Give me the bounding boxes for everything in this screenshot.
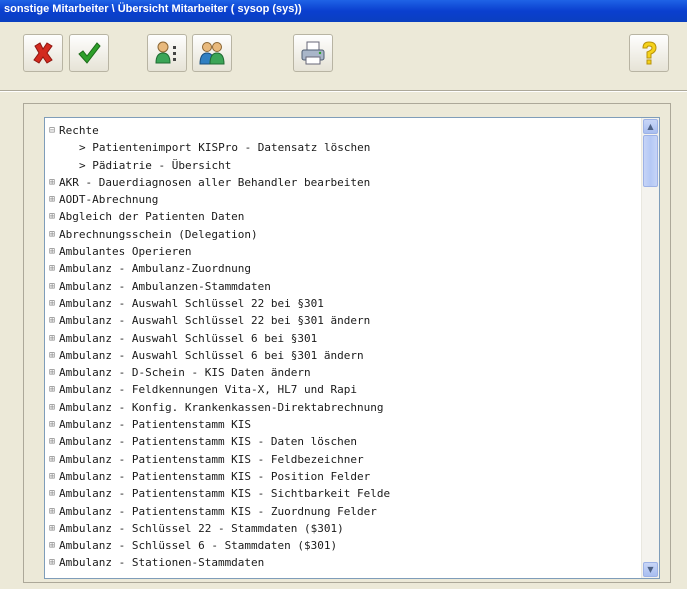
expand-icon[interactable]: ⊞	[49, 399, 57, 416]
expand-icon[interactable]: ⊞	[49, 243, 57, 260]
tree-item[interactable]: ⊞ Ambulanz - Auswahl Schlüssel 6 bei §301…	[45, 347, 641, 364]
tree-item[interactable]: ⊞ Ambulanz - Stationen-Stammdaten	[45, 554, 641, 571]
expand-icon[interactable]: ⊞	[49, 520, 57, 537]
tree-item[interactable]: ⊞ Ambulanz - Auswahl Schlüssel 6 bei §301	[45, 330, 641, 347]
expand-icon[interactable]: ⊞	[49, 554, 57, 571]
expand-icon[interactable]: ⊞	[49, 330, 57, 347]
tree-item-label: Ambulanz - Patientenstamm KIS - Daten lö…	[59, 435, 358, 449]
tree-item[interactable]: > Pädiatrie - Übersicht	[45, 157, 641, 174]
tree-item-label: Ambulanz - Auswahl Schlüssel 6 bei §301	[59, 331, 318, 345]
collapse-icon[interactable]: ⊟	[49, 122, 57, 139]
tree-item[interactable]: ⊞ Ambulanz - Patientenstamm KIS - Sichtba…	[45, 485, 641, 502]
tree-item[interactable]: ⊞ Ambulanz - Ambulanz-Zuordnung	[45, 260, 641, 277]
expand-icon[interactable]: ⊞	[49, 451, 57, 468]
tree-item-label: Ambulanz - Patientenstamm KIS - Sichtbar…	[59, 487, 391, 501]
tree-item-label: Ambulanz - D-Schein - KIS Daten ändern	[59, 366, 311, 380]
expand-icon[interactable]: ⊞	[49, 295, 57, 312]
tree-item[interactable]: ⊞ Ambulanz - Patientenstamm KIS - Positio…	[45, 468, 641, 485]
tree-item[interactable]: ⊞ Ambulanz - Ambulanzen-Stammdaten	[45, 278, 641, 295]
expand-icon[interactable]: ⊞	[49, 312, 57, 329]
tree-item[interactable]: ⊞ Ambulanz - Konfig. Krankenkassen-Direkt…	[45, 399, 641, 416]
tree-item-label: Ambulanz - Patientenstamm KIS - Feldbeze…	[59, 452, 364, 466]
tree-item[interactable]: ⊞ Abrechnungsschein (Delegation)	[45, 226, 641, 243]
user-details-button[interactable]	[147, 34, 187, 72]
expand-icon[interactable]: ⊞	[49, 278, 57, 295]
tree-item-label: Ambulanz - Patientenstamm KIS - Zuordnun…	[59, 504, 377, 518]
tree-item-label: Ambulanz - Ambulanzen-Stammdaten	[59, 279, 271, 293]
tree-item-label: Ambulanz - Stationen-Stammdaten	[59, 556, 265, 570]
scroll-thumb[interactable]	[643, 135, 658, 187]
expand-icon[interactable]: ⊞	[49, 191, 57, 208]
question-mark-icon	[642, 41, 657, 65]
tree-item[interactable]: ⊞ Ambulanz - Feldkennungen Vita-X, HL7 un…	[45, 381, 641, 398]
tree-items: ⊟ Rechte > Patientenimport KISPro - Datens…	[45, 122, 641, 572]
tree-item[interactable]: ⊞ Abgleich der Patienten Daten	[45, 208, 641, 225]
tree-item[interactable]: ⊟ Rechte	[45, 122, 641, 139]
expand-icon[interactable]: ⊞	[49, 364, 57, 381]
tree-item-label: Ambulantes Operieren	[59, 245, 192, 259]
window-title: sonstige Mitarbeiter \ Übersicht Mitarbe…	[4, 3, 302, 15]
user-list-icon	[155, 41, 176, 64]
tree-item-label: Ambulanz - Schlüssel 6 - Stammdaten ($30…	[59, 539, 338, 553]
green-check-icon	[78, 42, 101, 64]
tree-item-label: Ambulanz - Auswahl Schlüssel 6 bei §301 …	[59, 348, 364, 362]
tree-item-label: Abgleich der Patienten Daten	[59, 210, 245, 224]
tree-item-label: Ambulanz - Auswahl Schlüssel 22 bei §301	[59, 296, 324, 310]
expand-icon[interactable]: ⊞	[49, 416, 57, 433]
print-button[interactable]	[293, 34, 333, 72]
tree-item[interactable]: ⊞ Ambulanz - Schlüssel 6 - Stammdaten ($3…	[45, 537, 641, 554]
tree-item[interactable]: ⊞ Ambulanz - Patientenstamm KIS - Feldbez…	[45, 451, 641, 468]
tree-item-label: Ambulanz - Patientenstamm KIS - Position…	[59, 469, 371, 483]
tree-item-label: Ambulanz - Schlüssel 22 - Stammdaten ($3…	[59, 521, 344, 535]
toolbar	[0, 22, 687, 77]
expand-icon[interactable]: ⊞	[49, 208, 57, 225]
tree-item-label: Ambulanz - Feldkennungen Vita-X, HL7 und…	[59, 383, 358, 397]
tree-item-label: Ambulanz - Konfig. Krankenkassen-Direkta…	[59, 400, 384, 414]
tree-item[interactable]: ⊞ Ambulanz - Patientenstamm KIS	[45, 416, 641, 433]
expand-icon[interactable]: ⊞	[49, 226, 57, 243]
tree-item-label: Ambulanz - Patientenstamm KIS	[59, 418, 252, 432]
vertical-scrollbar[interactable]: ▲ ▼	[641, 118, 659, 578]
tree-item[interactable]: > Patientenimport KISPro - Datensatz lös…	[45, 139, 641, 156]
expand-icon[interactable]: ⊞	[49, 537, 57, 554]
help-button[interactable]	[629, 34, 669, 72]
tree-item-label: AODT-Abrechnung	[59, 193, 159, 207]
confirm-button[interactable]	[69, 34, 109, 72]
expand-icon[interactable]: ⊞	[49, 485, 57, 502]
expand-icon[interactable]: ⊞	[49, 174, 57, 191]
user-group-button[interactable]	[192, 34, 232, 72]
tree-item[interactable]: ⊞ Ambulanz - Patientenstamm KIS - Daten l…	[45, 433, 641, 450]
title-bar: sonstige Mitarbeiter \ Übersicht Mitarbe…	[0, 0, 687, 22]
expand-icon[interactable]: ⊞	[49, 381, 57, 398]
toolbar-separator	[0, 90, 687, 92]
red-x-icon	[33, 42, 53, 64]
tree-item-label: Rechte	[59, 124, 99, 137]
printer-icon	[301, 41, 325, 65]
tree-item[interactable]: ⊞ AKR - Dauerdiagnosen aller Behandler be…	[45, 174, 641, 191]
delete-button[interactable]	[23, 34, 63, 72]
tree-item[interactable]: ⊞ Ambulanz - D-Schein - KIS Daten ändern	[45, 364, 641, 381]
expand-icon[interactable]: ⊞	[49, 503, 57, 520]
expand-icon[interactable]: ⊞	[49, 468, 57, 485]
tree-item-label: > Pädiatrie - Übersicht	[79, 158, 232, 172]
tree-item-label: > Patientenimport KISPro - Datensatz lös…	[79, 141, 371, 155]
tree-item[interactable]: ⊞ Ambulanz - Auswahl Schlüssel 22 bei §30…	[45, 312, 641, 329]
tree-item[interactable]: ⊞ Ambulanz - Schlüssel 22 - Stammdaten ($…	[45, 520, 641, 537]
tree-item-label: AKR - Dauerdiagnosen aller Behandler bea…	[59, 175, 371, 189]
tree-item-label: Ambulanz - Ambulanz-Zuordnung	[59, 262, 252, 276]
tree-item-label: Ambulanz - Auswahl Schlüssel 22 bei §301…	[59, 314, 371, 328]
tree-item[interactable]: ⊞ AODT-Abrechnung	[45, 191, 641, 208]
scroll-down-icon[interactable]: ▼	[643, 562, 658, 577]
expand-icon[interactable]: ⊞	[49, 347, 57, 364]
tree-item[interactable]: ⊞ Ambulanz - Auswahl Schlüssel 22 bei §30…	[45, 295, 641, 312]
tree-item[interactable]: ⊞ Ambulanz - Patientenstamm KIS - Zuordnu…	[45, 503, 641, 520]
rights-tree[interactable]: ⊟ Rechte > Patientenimport KISPro - Datens…	[44, 117, 660, 579]
expand-icon[interactable]: ⊞	[49, 433, 57, 450]
users-group-icon	[199, 42, 225, 65]
tree-item-label: Abrechnungsschein (Delegation)	[59, 227, 258, 241]
scroll-up-icon[interactable]: ▲	[643, 119, 658, 134]
tree-item[interactable]: ⊞ Ambulantes Operieren	[45, 243, 641, 260]
expand-icon[interactable]: ⊞	[49, 260, 57, 277]
